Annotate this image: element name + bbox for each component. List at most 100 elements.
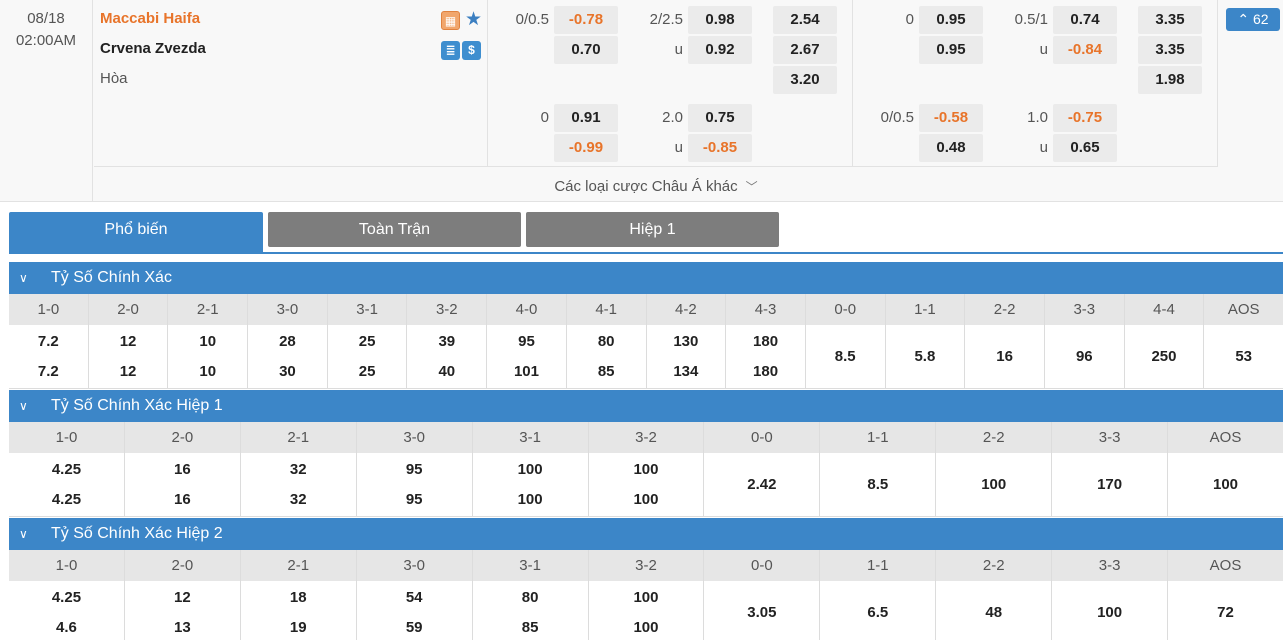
live-field-icon[interactable]: ▦ <box>441 11 460 30</box>
home-score-odds[interactable]: 100 <box>589 461 704 478</box>
away-score-odds[interactable]: 100 <box>589 619 704 636</box>
h1-1x2-home-odds[interactable]: 3.35 <box>1138 6 1202 34</box>
score-odds[interactable]: 3.05 <box>704 604 819 621</box>
away-score-odds[interactable]: 85 <box>567 363 646 380</box>
away-team[interactable]: Crvena Zvezda <box>100 40 206 57</box>
other-asian-bets-toggle[interactable]: Các loại cược Châu Á khác ﹀ <box>94 166 1218 201</box>
score-odds-cell[interactable]: 6.5 <box>820 581 937 640</box>
handicap-away-odds[interactable]: 0.70 <box>554 36 618 64</box>
score-odds-cell[interactable]: 96 <box>1045 325 1125 388</box>
away-score-odds[interactable]: 101 <box>487 363 566 380</box>
score-odds-cell[interactable]: 95 101 <box>487 325 567 388</box>
score-odds-cell[interactable]: 100 100 <box>589 581 705 640</box>
favorite-star-icon[interactable]: ★ <box>464 10 483 29</box>
score-odds-cell[interactable]: 32 32 <box>241 453 357 516</box>
collapse-chevron-icon[interactable]: ∨ <box>19 262 28 294</box>
home-score-odds[interactable]: 100 <box>589 589 704 606</box>
h1-over-odds-2[interactable]: -0.75 <box>1053 104 1117 132</box>
score-odds-cell[interactable]: 100 <box>1052 581 1169 640</box>
score-odds-cell[interactable]: 12 12 <box>89 325 169 388</box>
handicap-home-odds[interactable]: -0.78 <box>554 6 618 34</box>
home-score-odds[interactable]: 39 <box>407 333 486 350</box>
away-score-odds[interactable]: 95 <box>357 491 472 508</box>
away-score-odds[interactable]: 100 <box>589 491 704 508</box>
away-score-odds[interactable]: 19 <box>241 619 356 636</box>
home-score-odds[interactable]: 4.25 <box>9 461 124 478</box>
away-score-odds[interactable]: 134 <box>647 363 726 380</box>
away-score-odds[interactable]: 4.25 <box>9 491 124 508</box>
away-score-odds[interactable]: 30 <box>248 363 327 380</box>
home-score-odds[interactable]: 95 <box>357 461 472 478</box>
score-odds-cell[interactable]: 54 59 <box>357 581 473 640</box>
score-odds[interactable]: 2.42 <box>704 476 819 493</box>
away-score-odds[interactable]: 40 <box>407 363 486 380</box>
away-score-odds[interactable]: 16 <box>125 491 240 508</box>
home-score-odds[interactable]: 180 <box>726 333 805 350</box>
score-odds[interactable]: 53 <box>1204 348 1283 365</box>
section-header[interactable]: ∨ Tỷ Số Chính Xác Hiệp 1 <box>9 390 1283 422</box>
over-odds[interactable]: 0.98 <box>688 6 752 34</box>
score-odds-cell[interactable]: 95 95 <box>357 453 473 516</box>
home-score-odds[interactable]: 4.25 <box>9 589 124 606</box>
h1-handicap-home-odds-2[interactable]: -0.58 <box>919 104 983 132</box>
home-score-odds[interactable]: 32 <box>241 461 356 478</box>
score-odds-cell[interactable]: 3.05 <box>704 581 821 640</box>
score-odds-cell[interactable]: 25 25 <box>328 325 408 388</box>
score-odds[interactable]: 16 <box>965 348 1044 365</box>
score-odds-cell[interactable]: 7.2 7.2 <box>9 325 89 388</box>
score-odds-cell[interactable]: 100 100 <box>589 453 705 516</box>
home-score-odds[interactable]: 80 <box>567 333 646 350</box>
score-odds-cell[interactable]: 80 85 <box>567 325 647 388</box>
score-odds-cell[interactable]: 180 180 <box>726 325 806 388</box>
1x2-home-odds[interactable]: 2.54 <box>773 6 837 34</box>
tab-popular[interactable]: Phổ biến <box>9 212 263 254</box>
score-odds-cell[interactable]: 8.5 <box>820 453 937 516</box>
away-score-odds[interactable]: 32 <box>241 491 356 508</box>
score-odds-cell[interactable]: 130 134 <box>647 325 727 388</box>
handicap-away-odds-2[interactable]: -0.99 <box>554 134 618 162</box>
h1-1x2-draw-odds[interactable]: 1.98 <box>1138 66 1202 94</box>
away-score-odds[interactable]: 4.6 <box>9 619 124 636</box>
score-odds[interactable]: 8.5 <box>820 476 935 493</box>
score-odds-cell[interactable]: 100 <box>1168 453 1283 516</box>
h1-over-odds[interactable]: 0.74 <box>1053 6 1117 34</box>
score-odds-cell[interactable]: 100 <box>936 453 1053 516</box>
score-odds-cell[interactable]: 16 <box>965 325 1045 388</box>
score-odds[interactable]: 100 <box>1052 604 1167 621</box>
home-score-odds[interactable]: 10 <box>168 333 247 350</box>
under-odds[interactable]: 0.92 <box>688 36 752 64</box>
score-odds-cell[interactable]: 16 16 <box>125 453 241 516</box>
home-score-odds[interactable]: 95 <box>487 333 566 350</box>
home-score-odds[interactable]: 16 <box>125 461 240 478</box>
score-odds[interactable]: 100 <box>936 476 1051 493</box>
home-score-odds[interactable]: 28 <box>248 333 327 350</box>
h1-1x2-away-odds[interactable]: 3.35 <box>1138 36 1202 64</box>
home-score-odds[interactable]: 12 <box>125 589 240 606</box>
score-odds-cell[interactable]: 170 <box>1052 453 1169 516</box>
score-odds-cell[interactable]: 39 40 <box>407 325 488 388</box>
away-score-odds[interactable]: 10 <box>168 363 247 380</box>
score-odds[interactable]: 250 <box>1125 348 1204 365</box>
score-odds-cell[interactable]: 18 19 <box>241 581 357 640</box>
score-odds-cell[interactable]: 28 30 <box>248 325 328 388</box>
under-odds-2[interactable]: -0.85 <box>688 134 752 162</box>
tab-first-half[interactable]: Hiệp 1 <box>526 212 779 247</box>
collapse-chevron-icon[interactable]: ∨ <box>19 390 28 422</box>
score-odds[interactable]: 96 <box>1045 348 1124 365</box>
away-score-odds[interactable]: 13 <box>125 619 240 636</box>
away-score-odds[interactable]: 12 <box>89 363 168 380</box>
away-score-odds[interactable]: 7.2 <box>9 363 88 380</box>
score-odds-cell[interactable]: 80 85 <box>473 581 589 640</box>
away-score-odds[interactable]: 100 <box>473 491 588 508</box>
score-odds-cell[interactable]: 4.25 4.6 <box>9 581 125 640</box>
score-odds-cell[interactable]: 72 <box>1168 581 1283 640</box>
home-score-odds[interactable]: 18 <box>241 589 356 606</box>
score-odds-cell[interactable]: 53 <box>1204 325 1283 388</box>
over-odds-2[interactable]: 0.75 <box>688 104 752 132</box>
score-odds-cell[interactable]: 100 100 <box>473 453 589 516</box>
h1-handicap-home-odds[interactable]: 0.95 <box>919 6 983 34</box>
score-odds-cell[interactable]: 4.25 4.25 <box>9 453 125 516</box>
odds-dollar-icon[interactable]: $ <box>462 41 481 60</box>
score-odds[interactable]: 5.8 <box>886 348 965 365</box>
score-odds[interactable]: 48 <box>936 604 1051 621</box>
